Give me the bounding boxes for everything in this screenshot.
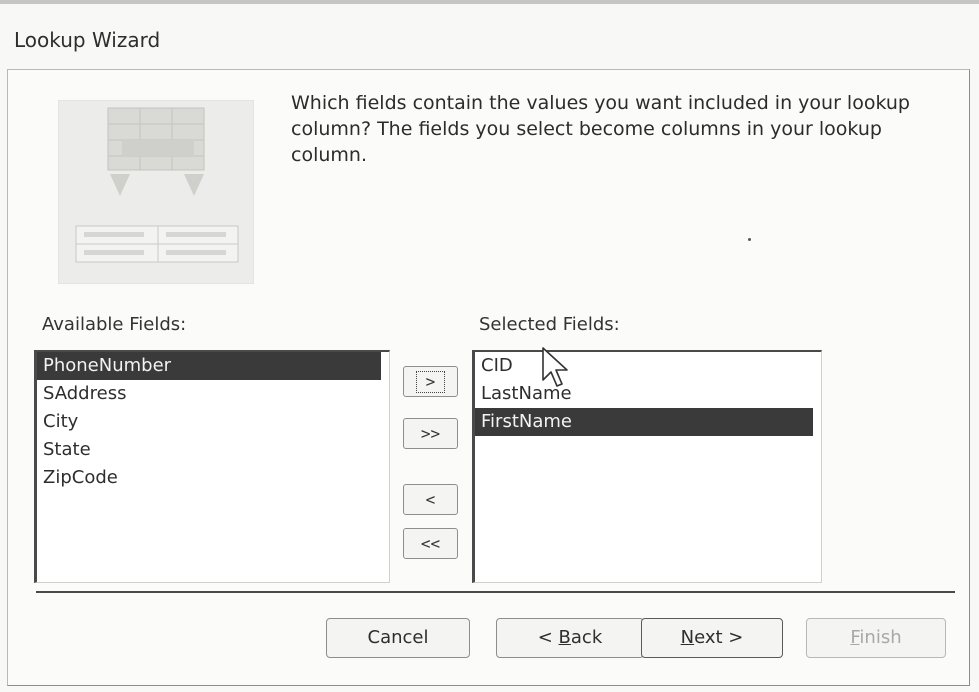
add-field-button-label: > [415, 371, 446, 393]
available-field-item[interactable]: PhoneNumber [37, 352, 381, 380]
back-button-rest: ack [570, 627, 603, 648]
finish-button[interactable]: Finish [806, 618, 946, 658]
selected-fields-label: Selected Fields: [479, 314, 620, 335]
scan-speck [748, 238, 751, 241]
available-fields-label: Available Fields: [42, 314, 187, 335]
back-button[interactable]: < Back [496, 618, 644, 658]
available-field-item[interactable]: City [37, 408, 389, 436]
finish-button-rest: inish [859, 627, 902, 648]
window-title: Lookup Wizard [14, 28, 161, 52]
wizard-prompt: Which fields contain the values you want… [291, 92, 910, 166]
back-button-prefix: < [537, 627, 559, 648]
add-field-button[interactable]: > [403, 366, 458, 397]
selected-fields-list[interactable]: CID LastName FirstName [472, 350, 822, 583]
mouse-pointer-icon [542, 347, 568, 387]
next-button[interactable]: Next > [641, 618, 783, 658]
selected-field-item[interactable]: CID [475, 352, 821, 380]
next-button-mnemonic: N [680, 627, 695, 648]
selected-field-item[interactable]: LastName [475, 380, 821, 408]
selected-field-item[interactable]: FirstName [475, 408, 813, 436]
remove-all-fields-button[interactable]: << [403, 528, 458, 559]
available-field-item[interactable]: SAddress [37, 380, 389, 408]
add-all-fields-button[interactable]: >> [403, 418, 458, 449]
button-area-divider [36, 591, 955, 593]
lookup-wizard-illustration [58, 100, 254, 284]
available-field-item[interactable]: State [37, 436, 389, 464]
window-top-edge [0, 0, 979, 4]
available-field-item[interactable]: ZipCode [37, 464, 389, 492]
next-button-rest: ext > [694, 627, 744, 648]
remove-field-button[interactable]: < [403, 484, 458, 515]
available-fields-list[interactable]: PhoneNumber SAddress City State ZipCode [34, 350, 390, 583]
back-button-mnemonic: B [558, 627, 571, 648]
cancel-button[interactable]: Cancel [326, 618, 470, 658]
